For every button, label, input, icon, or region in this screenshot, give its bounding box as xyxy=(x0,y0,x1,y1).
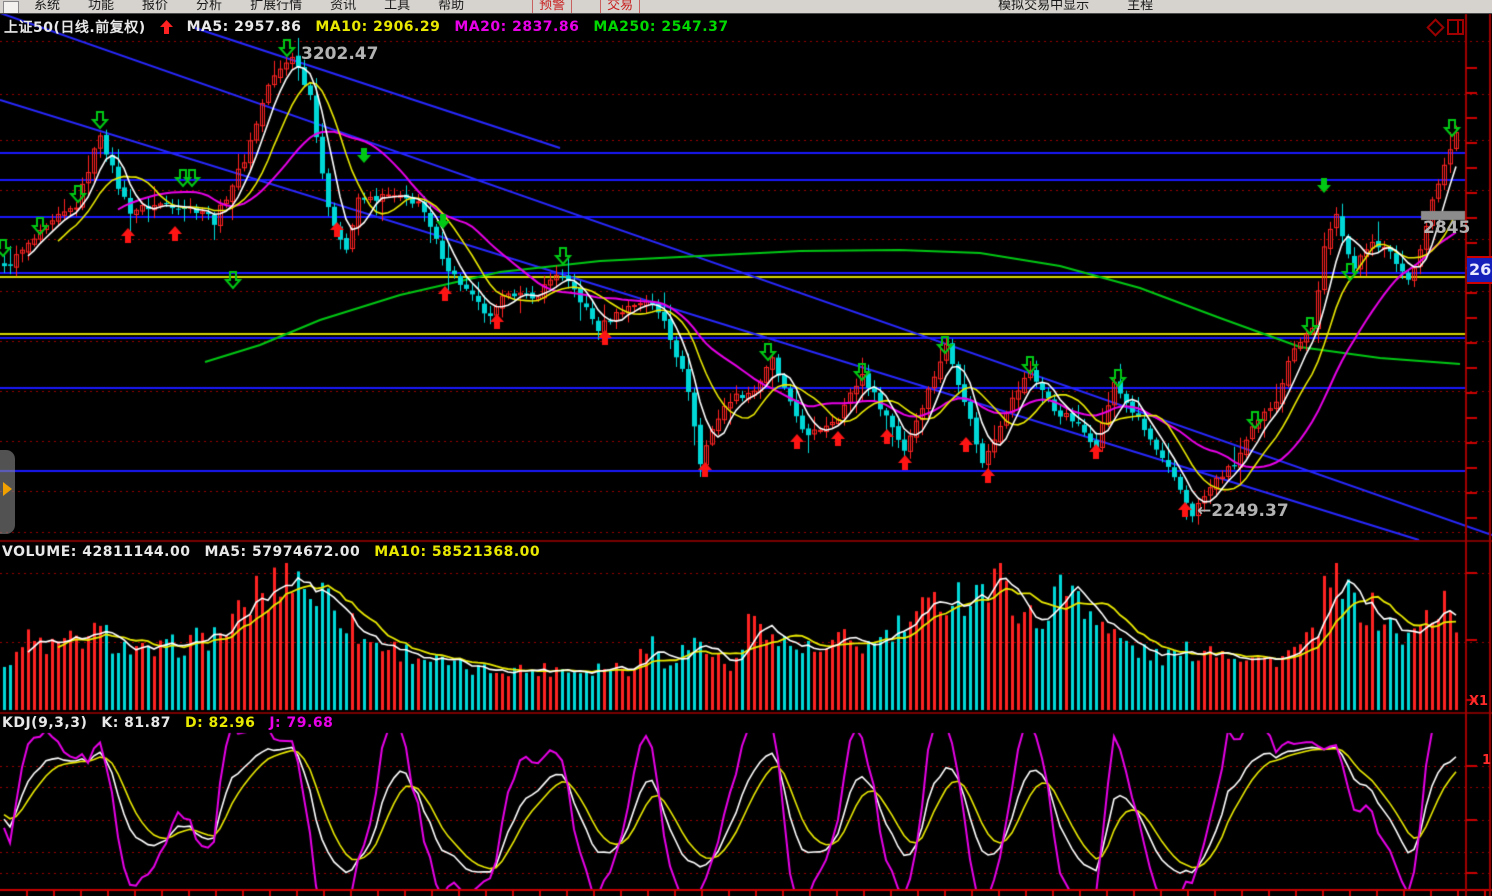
menu-item-tools[interactable]: 工具 xyxy=(384,0,410,13)
menu-item-analyze[interactable]: 分析 xyxy=(196,0,222,13)
trading-app-window: 系统 功能 报价 分析 扩展行情 资讯 工具 帮助 预警 交易 模拟交易中显示 … xyxy=(0,0,1492,896)
kdj-axis-label: 1 xyxy=(1482,753,1491,768)
ma10-value: MA10: 2906.29 xyxy=(315,19,440,35)
volume-header: VOLUME: 42811144.00 MA5: 57974672.00 MA1… xyxy=(2,544,540,560)
menu-right-text: 模拟交易中显示 xyxy=(998,0,1089,13)
kdj-k-value: K: 81.87 xyxy=(101,715,171,731)
menu-bar: 系统 功能 报价 分析 扩展行情 资讯 工具 帮助 预警 交易 模拟交易中显示 … xyxy=(0,0,1492,14)
symbol-title[interactable]: 上证50(日线.前复权) xyxy=(4,17,146,37)
peak-price-label: 3202.47 xyxy=(301,44,378,64)
trough-price-label: ←2249.37 xyxy=(1197,501,1289,521)
volume-scale-label: X1 xyxy=(1469,694,1488,709)
price-axis-badge: 265 xyxy=(1467,256,1492,284)
menu-item-trade[interactable]: 交易 xyxy=(600,0,640,14)
menu-item-help[interactable]: 帮助 xyxy=(438,0,464,13)
menu-item-extmkt[interactable]: 扩展行情 xyxy=(250,0,302,13)
menu-item-system[interactable]: 系统 xyxy=(34,0,60,13)
kdj-j-value: J: 79.68 xyxy=(269,715,333,731)
main-chart-header: 上证50(日线.前复权) MA5: 2957.86 MA10: 2906.29 … xyxy=(4,17,729,37)
kdj-d-value: D: 82.96 xyxy=(185,715,255,731)
split-window-icon[interactable] xyxy=(1447,19,1464,35)
ma5-value: MA5: 2957.86 xyxy=(187,19,302,35)
menu-item-quote[interactable]: 报价 xyxy=(142,0,168,13)
menu-right-text2: 主程 xyxy=(1127,0,1153,13)
ma20-value: MA20: 2837.86 xyxy=(454,19,579,35)
kdj-header: KDJ(9,3,3) K: 81.87 D: 82.96 J: 79.68 xyxy=(2,715,333,731)
kdj-title[interactable]: KDJ(9,3,3) xyxy=(2,715,87,731)
menu-item-alert[interactable]: 预警 xyxy=(532,0,572,14)
current-price-label: 2845 xyxy=(1423,218,1470,238)
ma250-value: MA250: 2547.37 xyxy=(593,19,728,35)
volume-value: VOLUME: 42811144.00 xyxy=(2,544,190,560)
chart-canvas[interactable] xyxy=(0,0,1492,896)
up-arrow-icon xyxy=(160,20,173,34)
expand-arrow-icon xyxy=(3,482,12,496)
menu-item-func[interactable]: 功能 xyxy=(88,0,114,13)
volume-ma5-value: MA5: 57974672.00 xyxy=(204,544,360,560)
sidebar-expand-handle[interactable] xyxy=(0,450,15,534)
volume-ma10-value: MA10: 58521368.00 xyxy=(374,544,540,560)
menu-item-info[interactable]: 资讯 xyxy=(330,0,356,13)
